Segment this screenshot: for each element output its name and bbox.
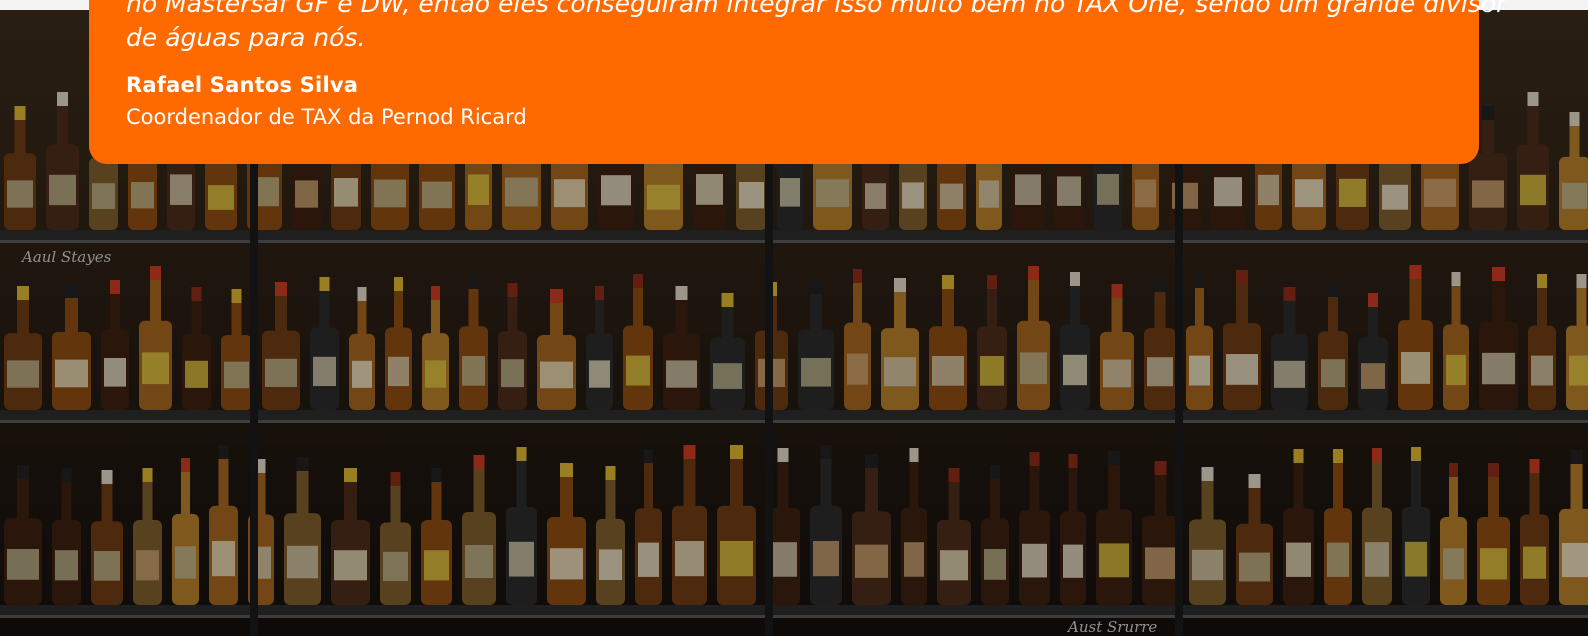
testimonial-card: no Mastersaf GF e DW, então eles consegu… [89, 0, 1506, 164]
author-role: Coordenador de TAX da Pernod Ricard [126, 105, 527, 129]
author-name: Rafael Santos Silva [126, 73, 359, 97]
quote-line-1: no Mastersaf GF e DW, então eles consegu… [126, 0, 1507, 18]
quote-line-2: de águas para nós. [126, 23, 366, 52]
